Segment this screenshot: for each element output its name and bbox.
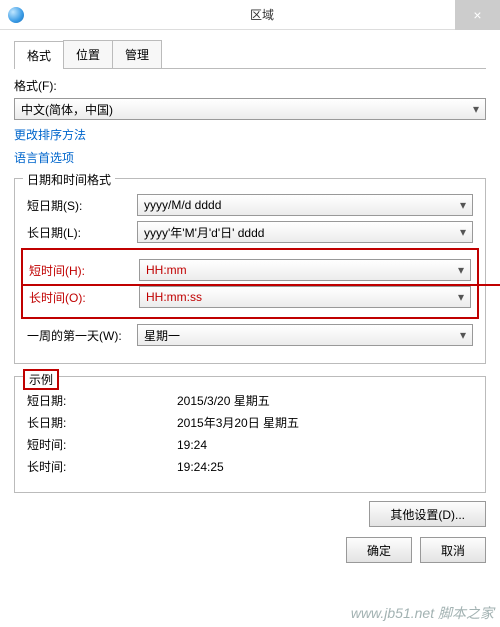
ex-short-time-v: 19:24: [177, 438, 207, 452]
format-label: 格式(F):: [14, 77, 486, 94]
short-time-combo[interactable]: HH:mm: [139, 259, 471, 281]
highlight-box: 短时间(H): HH:mm 长时间(O): HH:mm:ss: [21, 248, 479, 319]
ex-short-date-v: 2015/3/20 星期五: [177, 392, 270, 409]
chevron-down-icon: [473, 102, 479, 116]
titlebar: 区域 ×: [0, 0, 500, 30]
short-date-combo[interactable]: yyyy/M/d dddd: [137, 194, 473, 216]
tab-location[interactable]: 位置: [63, 40, 113, 68]
format-combo[interactable]: 中文(简体，中国): [14, 98, 486, 120]
window-title: 区域: [32, 6, 492, 23]
chevron-down-icon: [460, 225, 466, 239]
chevron-down-icon: [458, 263, 464, 277]
tab-admin[interactable]: 管理: [112, 40, 162, 68]
chevron-down-icon: [458, 290, 464, 304]
short-date-label: 短日期(S):: [27, 197, 137, 214]
ex-short-time-l: 短时间:: [27, 436, 137, 453]
chevron-down-icon: [460, 198, 466, 212]
example-fieldset: 示例 短日期:2015/3/20 星期五 长日期:2015年3月20日 星期五 …: [14, 376, 486, 493]
other-settings-button[interactable]: 其他设置(D)...: [369, 501, 486, 527]
chevron-down-icon: [460, 328, 466, 342]
language-pref-link[interactable]: 语言首选项: [14, 149, 486, 166]
format-combo-value: 中文(简体，中国): [21, 101, 113, 118]
long-time-label: 长时间(O):: [29, 289, 139, 306]
datetime-legend: 日期和时间格式: [23, 171, 115, 188]
long-time-combo[interactable]: HH:mm:ss: [139, 286, 471, 308]
watermark: www.jb51.net 脚本之家: [351, 603, 494, 623]
first-day-combo[interactable]: 星期一: [137, 324, 473, 346]
ok-button[interactable]: 确定: [346, 537, 412, 563]
first-day-label: 一周的第一天(W):: [27, 327, 137, 344]
tab-format[interactable]: 格式: [14, 41, 64, 69]
cancel-button[interactable]: 取消: [420, 537, 486, 563]
ex-long-date-l: 长日期:: [27, 414, 137, 431]
sort-method-link[interactable]: 更改排序方法: [14, 126, 486, 143]
long-date-label: 长日期(L):: [27, 224, 137, 241]
ex-short-date-l: 短日期:: [27, 392, 137, 409]
short-time-label: 短时间(H):: [29, 262, 139, 279]
long-date-combo[interactable]: yyyy'年'M'月'd'日' dddd: [137, 221, 473, 243]
ex-long-date-v: 2015年3月20日 星期五: [177, 414, 299, 431]
highlight-line: [23, 284, 500, 286]
datetime-fieldset: 日期和时间格式 短日期(S): yyyy/M/d dddd 长日期(L): yy…: [14, 178, 486, 364]
ex-long-time-v: 19:24:25: [177, 460, 224, 474]
close-button[interactable]: ×: [455, 0, 500, 30]
ex-long-time-l: 长时间:: [27, 458, 137, 475]
tab-bar: 格式 位置 管理: [14, 40, 486, 69]
example-legend: 示例: [23, 369, 59, 390]
globe-icon: [8, 7, 24, 23]
dialog-buttons: 确定 取消: [0, 527, 500, 573]
